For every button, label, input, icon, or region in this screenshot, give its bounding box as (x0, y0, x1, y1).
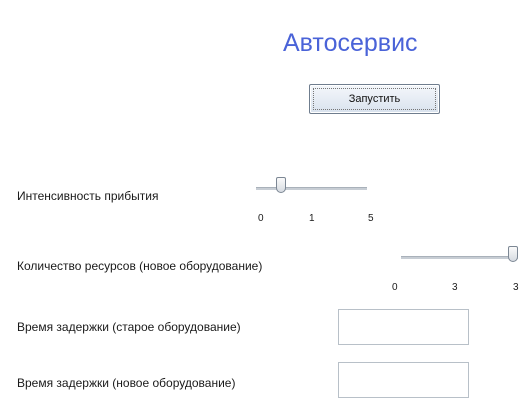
resource-slider-track (401, 256, 518, 259)
arrival-tick-min: 0 (258, 213, 264, 224)
arrival-intensity-label: Интенсивность прибытия (17, 189, 159, 203)
resource-tick-max: 3 (513, 282, 519, 293)
resource-count-slider[interactable] (401, 246, 518, 268)
app-title: Автосервис (283, 29, 418, 57)
arrival-slider-thumb[interactable] (276, 177, 286, 193)
delay-old-label: Время задержки (старое оборудование) (17, 320, 241, 334)
run-button[interactable]: Запустить (309, 84, 440, 114)
resource-tick-min: 0 (392, 282, 398, 293)
resource-slider-thumb[interactable] (508, 246, 518, 262)
resource-tick-current: 3 (452, 282, 458, 293)
delay-old-field[interactable] (338, 309, 469, 345)
arrival-slider-track (256, 187, 367, 190)
arrival-tick-max: 5 (368, 213, 374, 224)
resource-count-label: Количество ресурсов (новое оборудование) (17, 259, 263, 273)
delay-new-field[interactable] (338, 362, 469, 398)
arrival-tick-current: 1 (309, 213, 315, 224)
arrival-intensity-slider[interactable] (256, 177, 367, 199)
delay-new-label: Время задержки (новое оборудование) (17, 376, 236, 390)
